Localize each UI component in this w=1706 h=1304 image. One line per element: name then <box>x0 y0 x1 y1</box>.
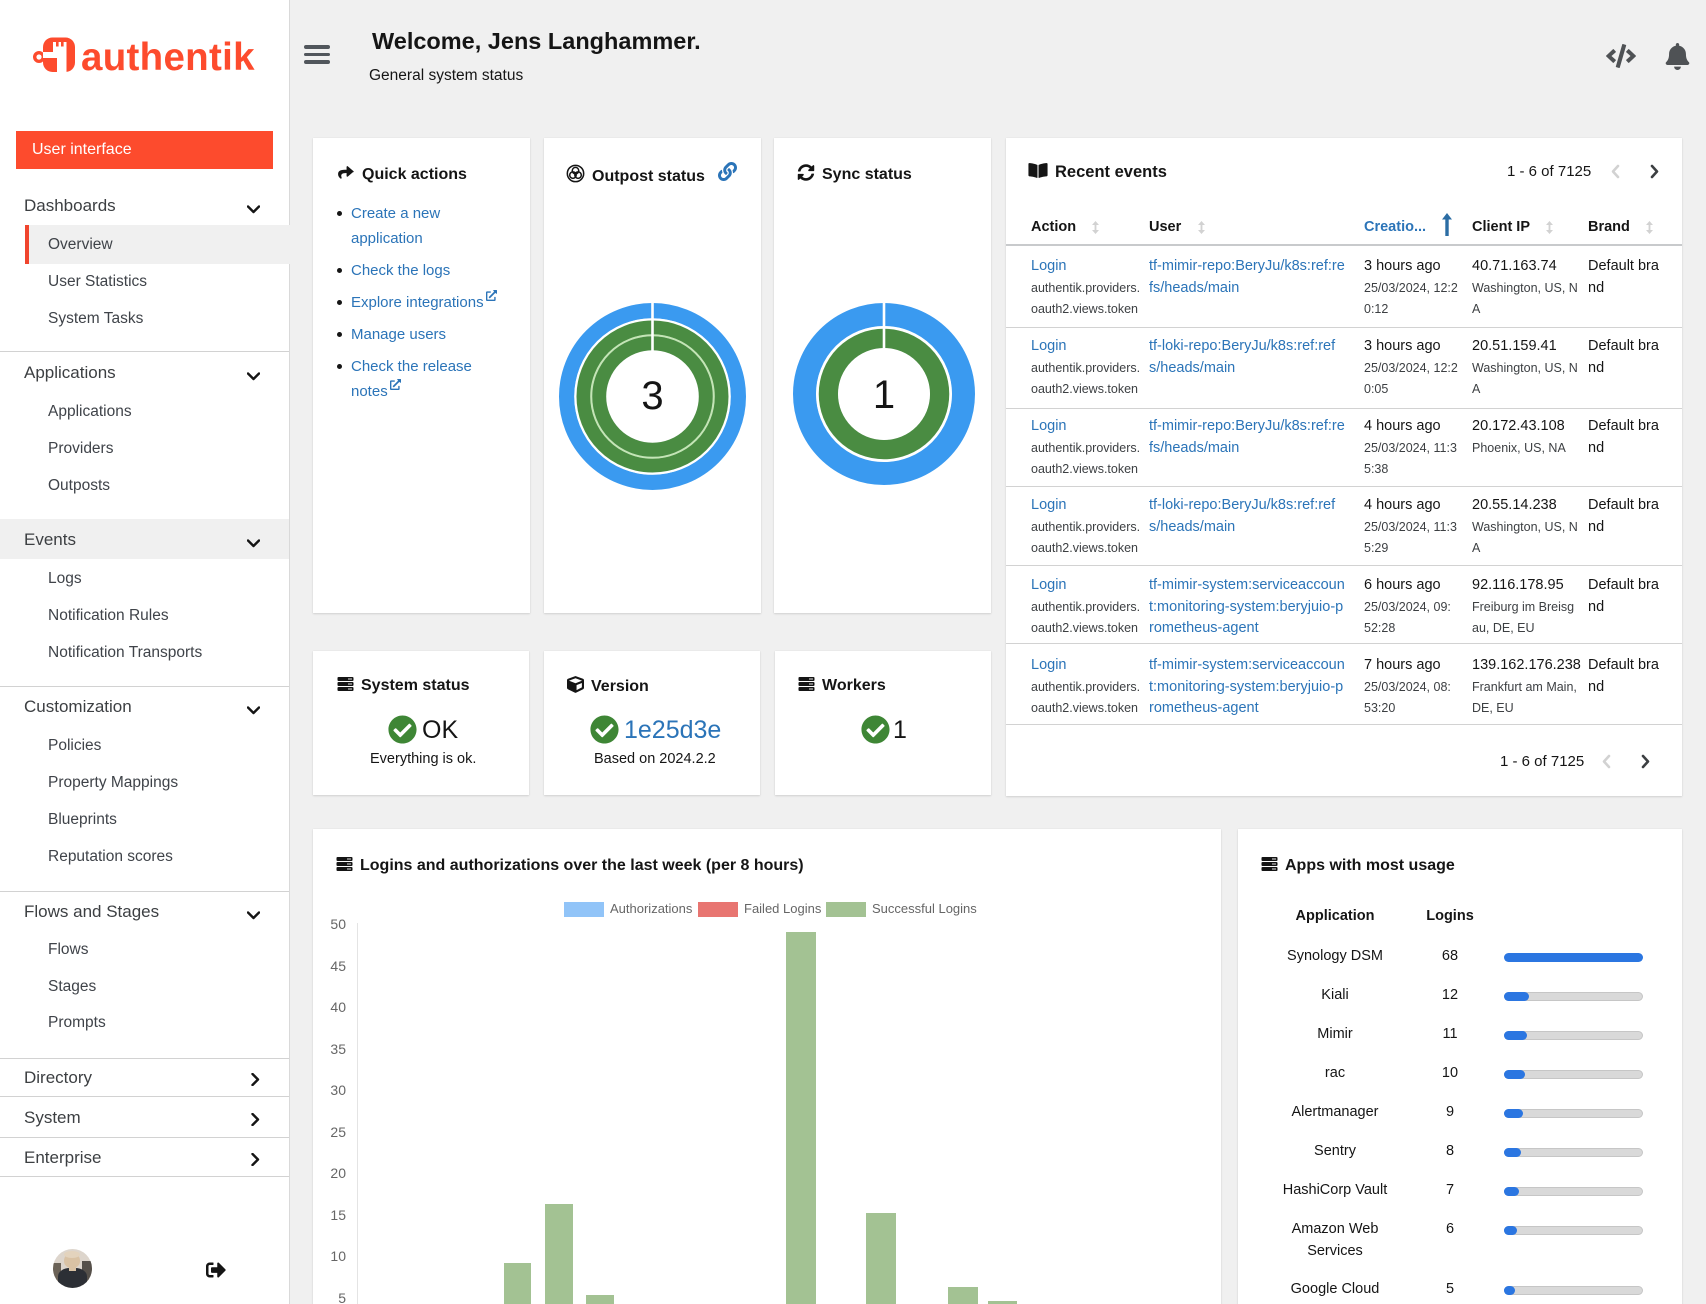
svg-text:1: 1 <box>873 373 895 417</box>
svg-text:authentik: authentik <box>81 36 255 79</box>
svg-text:3: 3 <box>641 374 663 418</box>
